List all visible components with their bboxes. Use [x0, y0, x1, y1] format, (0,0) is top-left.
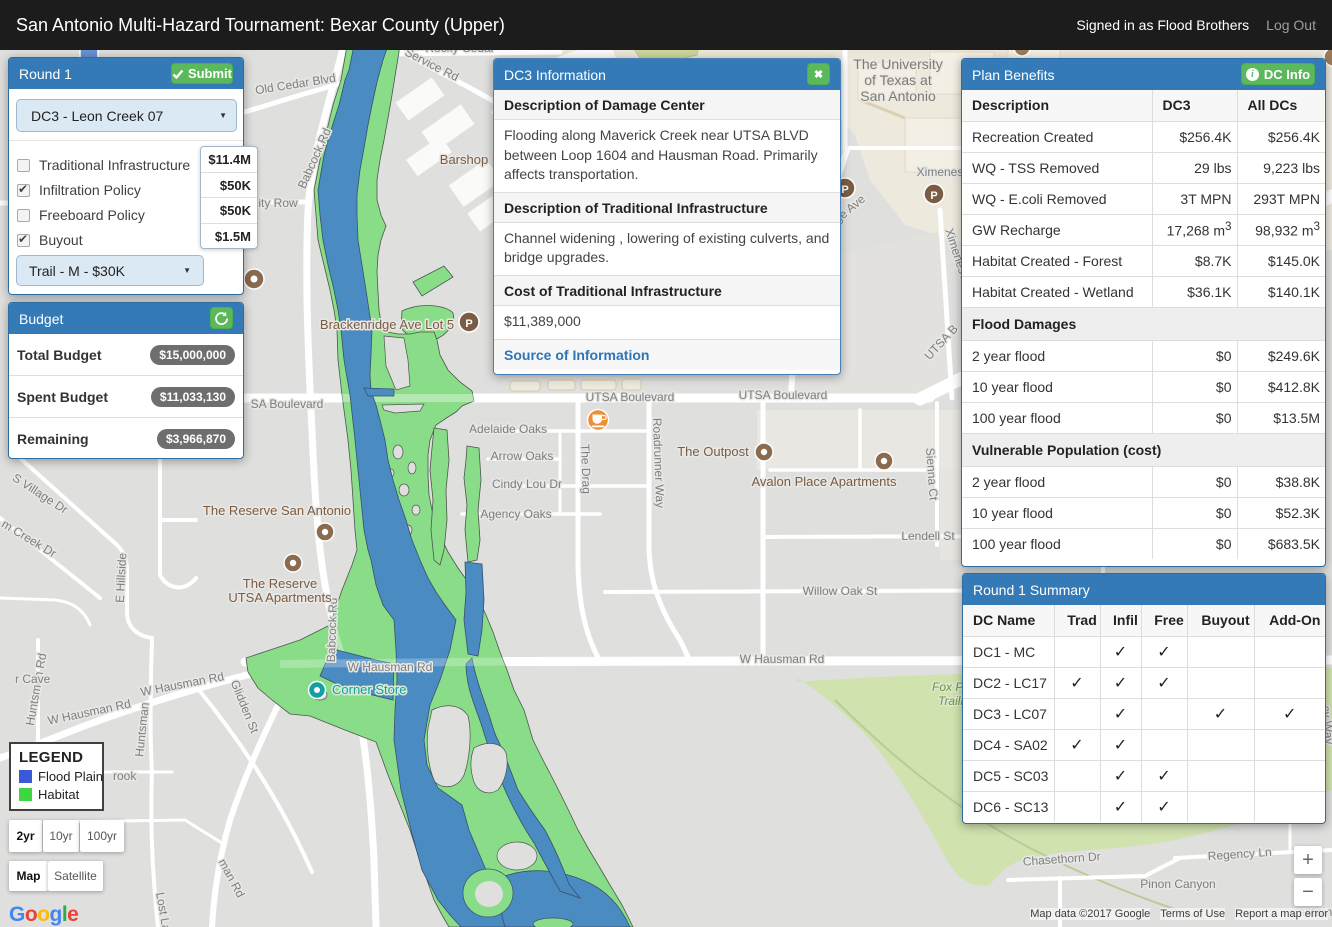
svg-text:The Outpost: The Outpost: [677, 444, 749, 459]
svg-text:Brackenridge Ave Lot 5: Brackenridge Ave Lot 5: [320, 317, 454, 332]
svg-text:The Reserve: The Reserve: [243, 576, 317, 591]
svg-text:W Hausman Rd: W Hausman Rd: [348, 660, 433, 674]
svg-text:W Hausman Rd: W Hausman Rd: [740, 652, 825, 666]
svg-text:rook: rook: [113, 769, 137, 783]
svg-text:Barshop: Barshop: [440, 152, 488, 167]
svg-text:The Reserve San Antonio: The Reserve San Antonio: [203, 503, 351, 518]
svg-text:Cindy Lou Dr: Cindy Lou Dr: [492, 477, 562, 491]
svg-text:UTSA Boulevard: UTSA Boulevard: [586, 390, 675, 404]
svg-text:of Texas at: of Texas at: [864, 72, 932, 88]
svg-text:Lendell St: Lendell St: [901, 529, 955, 543]
svg-text:SA Boulevard: SA Boulevard: [251, 397, 324, 411]
svg-text:Agency Oaks: Agency Oaks: [480, 507, 551, 521]
svg-text:San Antonio: San Antonio: [860, 88, 936, 104]
svg-text:Avalon Place Apartments: Avalon Place Apartments: [751, 474, 897, 489]
svg-text:E Hillside: E Hillside: [113, 552, 130, 603]
svg-text:The Drag: The Drag: [578, 444, 594, 494]
svg-text:Adelaide Oaks: Adelaide Oaks: [469, 422, 547, 436]
svg-text:P: P: [930, 190, 937, 202]
svg-text:Babcock Rd: Babcock Rd: [324, 597, 340, 662]
svg-text:Willow Oak St: Willow Oak St: [803, 584, 878, 598]
svg-text:Arrow Oaks: Arrow Oaks: [491, 449, 554, 463]
svg-text:r Cave: r Cave: [15, 672, 51, 686]
svg-text:sity Row: sity Row: [252, 196, 298, 210]
svg-text:Pinon Canyon: Pinon Canyon: [1140, 877, 1215, 891]
svg-text:UTSA Boulevard: UTSA Boulevard: [739, 388, 828, 402]
svg-text:Corner Store: Corner Store: [332, 682, 406, 697]
svg-text:UTSA Apartments: UTSA Apartments: [228, 590, 332, 605]
svg-text:Fox P: Fox P: [932, 680, 963, 694]
svg-text:The University: The University: [853, 56, 942, 72]
svg-text:P: P: [465, 318, 472, 330]
svg-text:Ximenes: Ximenes: [917, 165, 964, 179]
svg-text:P: P: [841, 184, 848, 196]
